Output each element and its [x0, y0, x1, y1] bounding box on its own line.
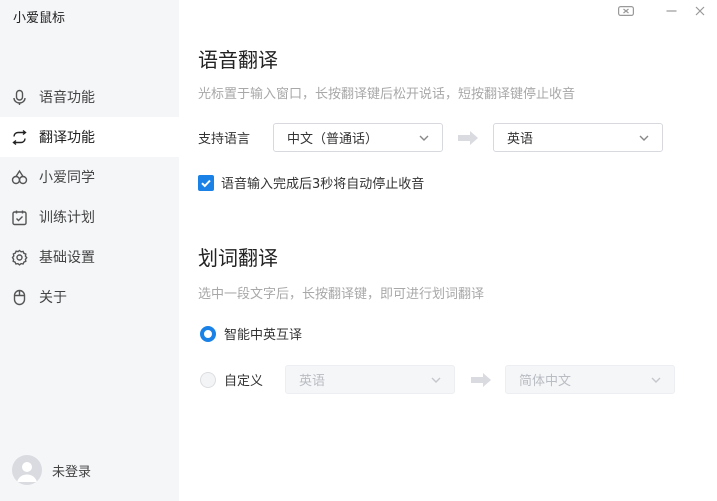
custom-target-select: 简体中文 — [505, 365, 675, 394]
chevron-down-icon — [638, 132, 650, 148]
chevron-down-icon — [418, 132, 430, 148]
voice-translate-hint: 光标置于输入窗口，长按翻译键后松开说话，短按翻译键停止收音 — [198, 87, 576, 102]
microphone-icon — [11, 89, 28, 106]
radio-custom-label: 自定义 — [224, 374, 264, 389]
sidebar-item-training[interactable]: 训练计划 — [0, 197, 179, 237]
arrow-right-icon — [470, 372, 492, 388]
sidebar-item-label: 小爱同学 — [39, 170, 95, 186]
user-login[interactable]: 未登录 — [12, 455, 91, 485]
calendar-check-icon — [11, 209, 28, 226]
app-title: 小爱鼠标 — [13, 11, 66, 26]
sidebar-item-xiaoai[interactable]: 小爱同学 — [0, 157, 179, 197]
radio-smart-label: 智能中英互译 — [224, 328, 303, 343]
translate-icon — [11, 129, 28, 146]
gear-icon — [11, 249, 28, 266]
source-language-select[interactable]: 中文（普通话） — [273, 123, 443, 152]
radio-selected-icon — [200, 325, 216, 342]
xiaoai-icon — [11, 169, 28, 186]
sidebar-item-settings[interactable]: 基础设置 — [0, 237, 179, 277]
radio-unselected-icon — [200, 371, 216, 388]
custom-source-value: 英语 — [299, 374, 326, 389]
mouse-icon — [11, 289, 28, 306]
user-status: 未登录 — [52, 464, 92, 480]
auto-stop-label: 语音输入完成后3秒将自动停止收音 — [221, 177, 425, 192]
chevron-down-icon — [430, 374, 442, 390]
arrow-right-icon — [457, 130, 479, 146]
close-icon[interactable] — [693, 4, 707, 18]
sidebar-item-about[interactable]: 关于 — [0, 277, 179, 317]
radio-smart-translate[interactable]: 智能中英互译 — [200, 324, 302, 343]
sidebar-nav: 语音功能 翻译功能 小爱同学 训练计划 基础设置 关于 — [0, 77, 179, 317]
sidebar-item-label: 训练计划 — [39, 210, 95, 226]
sidebar-item-label: 关于 — [39, 290, 67, 306]
sidebar-item-label: 语音功能 — [39, 90, 95, 106]
sidebar-item-translate[interactable]: 翻译功能 — [0, 117, 179, 157]
custom-source-select: 英语 — [285, 365, 455, 394]
target-language-select[interactable]: 英语 — [493, 123, 663, 152]
word-translate-hint: 选中一段文字后，长按翻译键，即可进行划词翻译 — [198, 287, 485, 302]
checkbox-checked-icon — [198, 174, 214, 191]
voice-translate-title: 语音翻译 — [198, 48, 278, 72]
language-label: 支持语言 — [198, 132, 251, 147]
close-panel-icon[interactable] — [617, 4, 635, 18]
sidebar: 小爱鼠标 语音功能 翻译功能 小爱同学 训练计划 基础设置 关于 未登录 — [0, 0, 179, 501]
minimize-icon[interactable] — [664, 4, 678, 18]
word-translate-title: 划词翻译 — [198, 246, 278, 270]
chevron-down-icon — [650, 374, 662, 390]
sidebar-item-label: 基础设置 — [39, 250, 95, 266]
sidebar-item-voice[interactable]: 语音功能 — [0, 77, 179, 117]
target-language-value: 英语 — [507, 132, 534, 147]
custom-target-value: 简体中文 — [519, 374, 572, 389]
avatar-icon — [12, 455, 42, 485]
auto-stop-checkbox[interactable]: 语音输入完成后3秒将自动停止收音 — [198, 173, 424, 192]
radio-custom-translate[interactable]: 自定义 — [200, 370, 263, 389]
source-language-value: 中文（普通话） — [287, 132, 379, 147]
sidebar-item-label: 翻译功能 — [39, 130, 95, 146]
